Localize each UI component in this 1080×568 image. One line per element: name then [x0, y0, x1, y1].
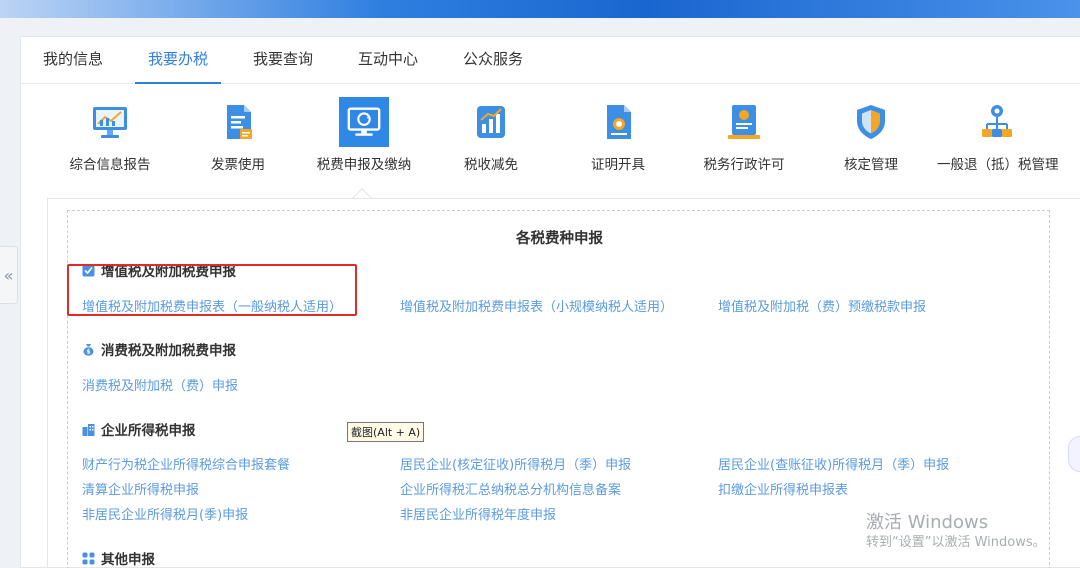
tab-my-info[interactable]: 我的信息	[33, 37, 113, 84]
floating-side-button[interactable]	[1068, 436, 1080, 472]
screenshot-tooltip: 截图(Alt + A)	[347, 422, 425, 442]
link-resident-verified[interactable]: 居民企业(核定征收)所得税月（季）申报	[400, 454, 631, 473]
link-property-income-package[interactable]: 财产行为税企业所得税综合申报套餐	[82, 454, 290, 473]
category-bar: 综合信息报告 发票使用 税费申报及缴纳 税收减免 证明开具 税务行政许可 核定管…	[21, 85, 1080, 195]
top-banner	[0, 0, 1080, 18]
bar-chart-icon	[466, 97, 516, 147]
award-doc-icon	[719, 97, 769, 147]
tab-query[interactable]: 我要查询	[243, 37, 323, 84]
section-title: 各税费种申报	[516, 231, 603, 247]
category-info-report[interactable]: 综合信息报告	[50, 97, 170, 173]
link-nonresident-monthly[interactable]: 非居民企业所得税月(季)申报	[82, 504, 248, 523]
category-certificate[interactable]: 证明开具	[558, 97, 678, 173]
network-person-icon	[972, 97, 1022, 147]
group-corporate-income-header: 企业所得税申报	[82, 419, 196, 439]
link-nonresident-annual[interactable]: 非居民企业所得税年度申报	[400, 504, 556, 523]
highlight-annotation-box	[67, 264, 357, 316]
tab-public-service[interactable]: 公众服务	[453, 37, 533, 84]
link-resident-audited[interactable]: 居民企业(查账征收)所得税月（季）申报	[718, 454, 949, 473]
group-consumption-header: $ 消费税及附加税费申报	[82, 339, 236, 359]
main-tabs: 我的信息 我要办税 我要查询 互动中心 公众服务	[21, 37, 1080, 84]
shield-icon	[846, 97, 896, 147]
group-other-header: 其他申报	[82, 548, 155, 568]
link-consumption-tax[interactable]: 消费税及附加税（费）申报	[82, 375, 238, 394]
monitor-refresh-icon	[339, 97, 389, 147]
category-tax-filing[interactable]: 税费申报及缴纳	[304, 97, 424, 173]
grid-apps-icon	[82, 552, 95, 565]
category-invoice-use[interactable]: 发票使用	[178, 97, 298, 173]
double-chevron-left-icon: «	[3, 265, 14, 285]
money-bag-icon: $	[82, 343, 95, 356]
tab-tax-handling[interactable]: 我要办税	[135, 37, 221, 84]
category-admin-license[interactable]: 税务行政许可	[684, 97, 804, 173]
tab-interaction[interactable]: 互动中心	[348, 37, 428, 84]
category-refund[interactable]: 一般退（抵）税管理	[937, 97, 1059, 173]
invoice-doc-icon	[213, 97, 263, 147]
windows-activation-hint: 转到“设置”以激活 Windows。	[866, 535, 1046, 550]
monitor-chart-icon	[85, 97, 135, 147]
category-tax-relief[interactable]: 税收减免	[431, 97, 551, 173]
buildings-icon	[82, 423, 95, 436]
link-vat-prepaid[interactable]: 增值税及附加税（费）预缴税款申报	[718, 296, 926, 315]
link-vat-small-scale[interactable]: 增值税及附加税费申报表（小规模纳税人适用）	[400, 296, 673, 315]
certificate-doc-icon	[593, 97, 643, 147]
link-withholding[interactable]: 扣缴企业所得税申报表	[718, 479, 848, 498]
link-liquidation[interactable]: 清算企业所得税申报	[82, 479, 199, 498]
link-consolidated-filing[interactable]: 企业所得税汇总纳税总分机构信息备案	[400, 479, 621, 498]
svg-text:$: $	[86, 348, 90, 355]
category-assessment[interactable]: 核定管理	[811, 97, 931, 173]
collapse-sidebar-button[interactable]: «	[0, 246, 18, 304]
